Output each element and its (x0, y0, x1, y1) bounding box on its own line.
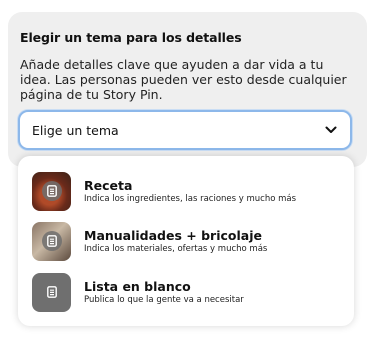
topic-select-value: Elige un tema (32, 122, 119, 138)
option-title: Receta (84, 177, 133, 193)
recipe-thumbnail (32, 171, 71, 211)
crafts-thumbnail (32, 221, 71, 261)
topic-dropdown-menu: Receta Indica los ingredientes, las raci… (18, 156, 354, 326)
option-title: Lista en blanco (84, 278, 191, 294)
document-icon (41, 231, 62, 251)
panel-heading: Elegir un tema para los detalles (20, 30, 242, 45)
option-title: Manualidades + bricolaje (84, 227, 262, 243)
option-receta[interactable]: Receta Indica los ingredientes, las raci… (32, 170, 342, 212)
document-icon (42, 282, 62, 302)
chevron-down-icon[interactable] (324, 123, 338, 137)
option-lista-en-blanco[interactable]: Lista en blanco Publica lo que la gente … (32, 271, 342, 313)
blank-list-thumbnail (32, 272, 71, 312)
option-manualidades[interactable]: Manualidades + bricolaje Indica los mate… (32, 220, 342, 262)
option-subtitle: Indica los ingredientes, las raciones y … (84, 193, 297, 204)
document-icon (41, 181, 62, 201)
topic-select[interactable]: Elige un tema (18, 110, 352, 150)
panel-description: Añade detalles clave que ayuden a dar vi… (20, 57, 347, 102)
option-subtitle: Indica los materiales, ofertas y mucho m… (84, 243, 268, 254)
option-subtitle: Publica lo que la gente va a necesitar (84, 294, 244, 305)
